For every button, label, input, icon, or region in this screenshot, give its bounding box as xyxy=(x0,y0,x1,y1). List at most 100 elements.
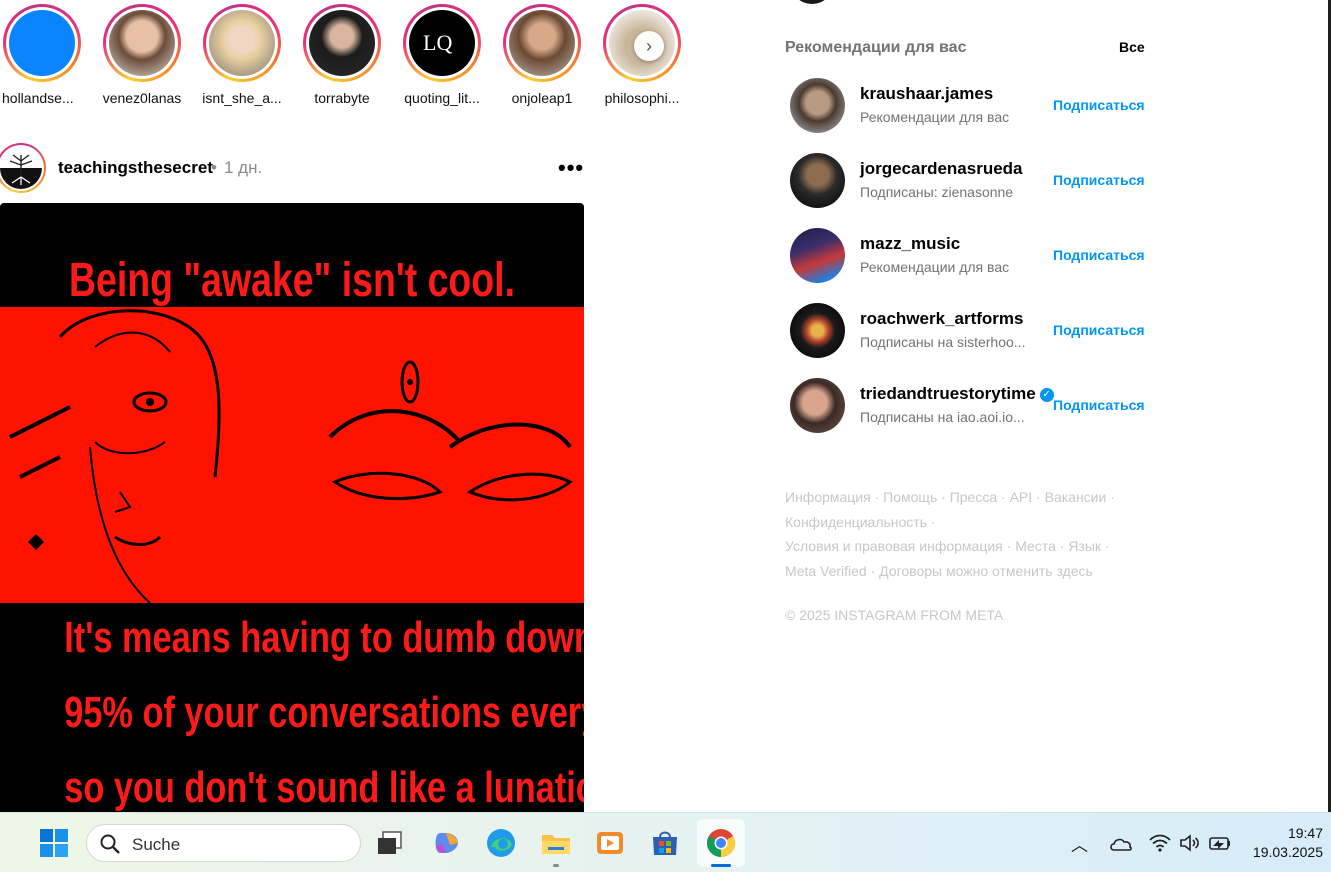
file-explorer-icon[interactable] xyxy=(540,827,572,859)
footer-link[interactable]: Конфиденциальность xyxy=(785,514,927,530)
story-username: onjoleap1 xyxy=(511,90,573,106)
edge-browser-icon[interactable] xyxy=(485,827,517,859)
suggestions-title: Рекомендации для вас xyxy=(785,39,967,56)
volume-icon[interactable] xyxy=(1178,831,1202,855)
chevron-up-icon[interactable]: ︿ xyxy=(1071,831,1088,856)
follow-button[interactable]: Подписаться xyxy=(1053,172,1145,188)
suggestion-subtitle: Подписаны: zienasonne xyxy=(860,184,1014,200)
footer-link[interactable]: Договоры можно отменить здесь xyxy=(879,563,1093,579)
stories-tray: hollandse... venez0lanas isnt_she_a... t… xyxy=(0,0,700,120)
story-avatar xyxy=(209,10,275,76)
windows-start-icon[interactable] xyxy=(38,827,70,859)
app-active-indicator xyxy=(711,864,731,867)
suggestion-username[interactable]: kraushaar.james xyxy=(860,84,993,104)
footer-link[interactable]: API xyxy=(1010,489,1033,505)
story-item[interactable]: isnt_she_a... xyxy=(202,4,282,106)
post-timestamp[interactable]: 1 дн. xyxy=(224,158,262,178)
suggestion-avatar[interactable] xyxy=(790,78,845,133)
suggestion-avatar[interactable] xyxy=(790,378,845,433)
suggestion-subtitle: Рекомендации для вас xyxy=(860,259,1010,275)
image-caption-line: It's means having to dumb down xyxy=(64,613,584,662)
stories-next-button[interactable]: › xyxy=(634,31,664,61)
footer-link[interactable]: Meta Verified xyxy=(785,563,867,579)
suggestion-row: roachwerk_artforms Подписаны на sisterho… xyxy=(790,303,1150,359)
story-item[interactable]: hollandse... xyxy=(2,4,82,106)
suggestion-avatar[interactable] xyxy=(790,228,845,283)
task-view-icon[interactable] xyxy=(374,827,406,859)
search-placeholder: Suche xyxy=(132,835,181,854)
suggestion-avatar[interactable] xyxy=(790,303,845,358)
footer-link[interactable]: Вакансии xyxy=(1045,489,1107,505)
tree-logo-icon xyxy=(0,154,42,189)
story-username: hollandse... xyxy=(2,90,74,106)
system-clock[interactable]: 19:47 19.03.2025 xyxy=(1253,824,1323,862)
post-username[interactable]: teachingsthesecret xyxy=(58,158,213,178)
story-avatar xyxy=(9,10,75,76)
instagram-page: hollandse... venez0lanas isnt_she_a... t… xyxy=(0,0,1331,812)
follow-button[interactable]: Подписаться xyxy=(1053,322,1145,338)
suggestion-avatar[interactable] xyxy=(790,153,845,208)
post-header: teachingsthesecret • 1 дн. ••• xyxy=(0,143,584,193)
footer-link[interactable]: Информация xyxy=(785,489,871,505)
taskbar-search-input[interactable]: Suche xyxy=(86,824,361,862)
suggestion-row: mazz_music Рекомендации для вас Подписат… xyxy=(790,228,1150,284)
suggestion-username[interactable]: jorgecardenasrueda xyxy=(860,159,1023,179)
post-author-avatar[interactable] xyxy=(0,143,46,193)
suggestion-row: triedandtruestorytime ✓ Подписаны на iao.… xyxy=(790,378,1150,434)
story-item[interactable]: venez0lanas xyxy=(102,4,182,106)
follow-button[interactable]: Подписаться xyxy=(1053,97,1145,113)
suggestion-subtitle: Рекомендации для вас xyxy=(860,109,1010,125)
image-caption-line: Being "awake" isn't cool. xyxy=(69,254,515,307)
current-user-avatar[interactable] xyxy=(790,0,834,4)
image-red-band xyxy=(0,307,584,604)
story-avatar xyxy=(309,10,375,76)
story-avatar xyxy=(109,10,175,76)
onedrive-cloud-icon[interactable] xyxy=(1108,831,1134,857)
app-open-indicator xyxy=(553,864,559,867)
image-caption-line: 95% of your conversations everyday, xyxy=(64,688,584,737)
quoting-literature-logo: LQ xyxy=(423,30,452,55)
story-avatar xyxy=(509,10,575,76)
story-item[interactable]: torrabyte xyxy=(302,4,382,106)
story-username: torrabyte xyxy=(314,90,370,106)
story-username: isnt_she_a... xyxy=(202,90,282,106)
wifi-icon[interactable] xyxy=(1148,831,1172,855)
clock-date: 19.03.2025 xyxy=(1252,844,1323,860)
chrome-browser-icon[interactable] xyxy=(705,827,737,859)
footer-link[interactable]: Условия и правовая информация xyxy=(785,538,1003,554)
footer-link[interactable]: Язык xyxy=(1068,538,1101,554)
footer-links: Информация · Помощь · Пресса · API · Вак… xyxy=(785,489,1115,579)
story-item[interactable]: onjoleap1 xyxy=(502,4,582,106)
see-all-link[interactable]: Все xyxy=(1119,39,1145,55)
taskbar: Suche ︿ 19:47 19.03.2025 xyxy=(0,812,1331,872)
suggestion-username[interactable]: triedandtruestorytime ✓ xyxy=(860,384,1054,404)
suggestion-row: kraushaar.james Рекомендации для вас Под… xyxy=(790,78,1150,134)
follow-button[interactable]: Подписаться xyxy=(1053,397,1145,413)
story-avatar: LQ xyxy=(409,10,475,76)
footer-link[interactable]: Помощь xyxy=(883,489,937,505)
battery-icon[interactable] xyxy=(1208,831,1232,855)
follow-button[interactable]: Подписаться xyxy=(1053,247,1145,263)
suggestion-row: jorgecardenasrueda Подписаны: zienasonne… xyxy=(790,153,1150,209)
clock-time: 19:47 xyxy=(1287,825,1323,841)
media-player-icon[interactable] xyxy=(594,827,626,859)
microsoft-store-icon[interactable] xyxy=(649,827,681,859)
suggestion-subtitle: Подписаны на sisterhoo... xyxy=(860,334,1026,350)
image-caption-line: so you don't sound like a lunatic. xyxy=(64,763,584,812)
more-options-icon[interactable]: ••• xyxy=(558,155,584,181)
story-username: philosophi... xyxy=(604,90,680,106)
line-art-faces xyxy=(9,309,573,604)
suggestion-username[interactable]: roachwerk_artforms xyxy=(860,309,1023,329)
suggestion-subtitle: Подписаны на iao.aoi.io... xyxy=(860,409,1025,425)
story-item[interactable]: LQ quoting_lit... xyxy=(402,4,482,106)
story-username: quoting_lit... xyxy=(404,90,480,106)
chevron-right-icon: › xyxy=(646,35,652,56)
svg-text:LQ: LQ xyxy=(423,30,452,55)
copilot-icon[interactable] xyxy=(430,827,462,859)
suggestion-username[interactable]: mazz_music xyxy=(860,234,960,254)
post-image[interactable]: Being "awake" isn't cool. It's means hav… xyxy=(0,203,584,812)
copyright: © 2025 INSTAGRAM FROM META xyxy=(785,607,1004,623)
footer-link[interactable]: Места xyxy=(1015,538,1056,554)
footer-link[interactable]: Пресса xyxy=(950,489,997,505)
suggestion-username-text: triedandtruestorytime xyxy=(860,384,1036,403)
